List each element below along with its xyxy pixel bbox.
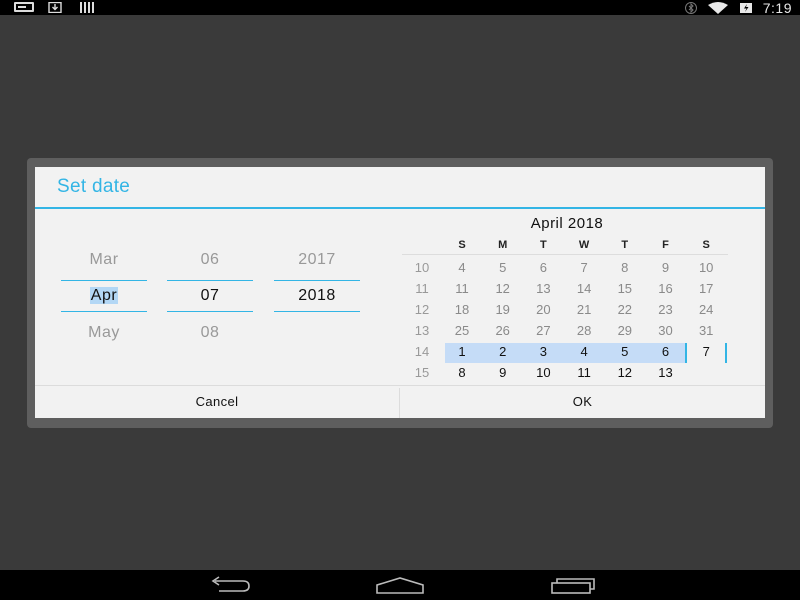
spinner-divider [61, 280, 147, 281]
calendar-day[interactable]: 29 [605, 323, 645, 338]
week-number: 13 [414, 323, 430, 338]
clock: 7:19 [762, 0, 792, 16]
week-number: 10 [414, 260, 430, 275]
calendar-day[interactable]: 8 [442, 365, 482, 380]
year-current[interactable]: 2018 [274, 287, 360, 305]
weekday-header: M [498, 239, 508, 251]
spinner-divider [274, 280, 360, 281]
calendar-day[interactable]: 16 [646, 281, 686, 296]
calendar-day[interactable]: 24 [686, 302, 726, 317]
calendar-day[interactable]: 9 [646, 260, 686, 275]
calendar-day[interactable]: 19 [483, 302, 523, 317]
month-spinner[interactable]: Mar Apr May [61, 209, 147, 349]
month-current-text[interactable]: Apr [89, 287, 119, 304]
month-prev[interactable]: Mar [61, 251, 147, 269]
week-number: 14 [414, 344, 430, 359]
set-date-dialog: Set date Mar Apr May 06 07 08 2017 2018 … [35, 167, 765, 418]
ok-button[interactable]: OK [400, 386, 765, 418]
calendar-day[interactable]: 6 [523, 260, 563, 275]
calendar-day[interactable]: 28 [564, 323, 604, 338]
calendar-day[interactable]: 8 [605, 260, 645, 275]
spinner-divider [167, 280, 253, 281]
week-number: 15 [414, 365, 430, 380]
calendar-day[interactable]: 3 [523, 344, 563, 359]
screenshot-icon [14, 2, 34, 12]
calendar-day[interactable]: 25 [442, 323, 482, 338]
day-spinner[interactable]: 06 07 08 [167, 209, 253, 349]
calendar-day[interactable]: 12 [483, 281, 523, 296]
navigation-bar [0, 570, 800, 600]
month-next[interactable]: May [61, 324, 147, 342]
dialog-button-bar: Cancel OK [35, 385, 765, 418]
calendar-day[interactable]: 13 [646, 365, 686, 380]
year-prev[interactable]: 2017 [274, 251, 360, 269]
spinner-divider [167, 311, 253, 312]
spinner-divider [61, 311, 147, 312]
calendar-day[interactable]: 11 [564, 365, 604, 380]
calendar-day[interactable]: 6 [646, 344, 686, 359]
calendar-day[interactable]: 1 [442, 344, 482, 359]
home-icon[interactable] [374, 575, 426, 595]
calendar-day[interactable]: 23 [646, 302, 686, 317]
weekday-header: S [702, 239, 710, 251]
calendar-day[interactable]: 22 [605, 302, 645, 317]
dialog-title: Set date [57, 176, 131, 197]
calendar-day[interactable]: 15 [605, 281, 645, 296]
status-bar: 7:19 [0, 0, 800, 16]
calendar-day[interactable]: 7 [564, 260, 604, 275]
calendar-day[interactable]: 14 [564, 281, 604, 296]
weekday-header: T [540, 239, 547, 251]
calendar-day[interactable]: 5 [483, 260, 523, 275]
recent-apps-icon[interactable] [548, 575, 596, 595]
spinner-divider [274, 311, 360, 312]
weekday-header: T [621, 239, 629, 251]
day-prev[interactable]: 06 [167, 251, 253, 269]
calendar-day[interactable]: 27 [523, 323, 563, 338]
barcode-icon [80, 2, 94, 13]
month-current[interactable]: Apr [61, 287, 147, 305]
calendar-header-divider [402, 254, 728, 255]
weekday-header: W [578, 239, 590, 251]
calendar-day[interactable]: 31 [686, 323, 726, 338]
bluetooth-icon [684, 1, 697, 14]
back-icon[interactable] [205, 575, 253, 595]
calendar-day[interactable]: 17 [686, 281, 726, 296]
calendar-day[interactable]: 4 [564, 344, 604, 359]
week-number: 12 [414, 302, 430, 317]
calendar-day[interactable]: 2 [483, 344, 523, 359]
download-icon [48, 2, 62, 13]
calendar-day[interactable]: 5 [605, 344, 645, 359]
calendar-day[interactable]: 12 [605, 365, 645, 380]
day-current[interactable]: 07 [167, 287, 253, 305]
calendar-day[interactable]: 7 [686, 344, 726, 359]
calendar-day[interactable]: 18 [442, 302, 482, 317]
calendar-month-title: April 2018 [530, 215, 604, 232]
calendar-day[interactable]: 26 [483, 323, 523, 338]
year-spinner[interactable]: 2017 2018 [274, 209, 360, 349]
calendar-day[interactable]: 4 [442, 260, 482, 275]
wifi-icon [707, 1, 728, 14]
calendar-day[interactable]: 20 [523, 302, 563, 317]
week-number: 11 [415, 281, 429, 296]
weekday-header: S [458, 239, 466, 251]
calendar-day[interactable]: 10 [686, 260, 726, 275]
calendar-day[interactable]: 10 [523, 365, 563, 380]
weekday-header: F [662, 239, 669, 251]
battery-charging-icon [739, 2, 752, 13]
calendar-day[interactable]: 9 [483, 365, 523, 380]
day-next[interactable]: 08 [167, 324, 253, 342]
calendar-day[interactable]: 13 [523, 281, 563, 296]
cancel-button[interactable]: Cancel [35, 386, 399, 418]
calendar-day[interactable]: 30 [646, 323, 686, 338]
calendar-day[interactable]: 11 [442, 281, 482, 296]
calendar-view[interactable]: April 2018 S M T W T F S 10 4 5 6 7 8 9 10 11 11 12 13 14 15… [402, 209, 732, 384]
calendar-day[interactable]: 21 [564, 302, 604, 317]
